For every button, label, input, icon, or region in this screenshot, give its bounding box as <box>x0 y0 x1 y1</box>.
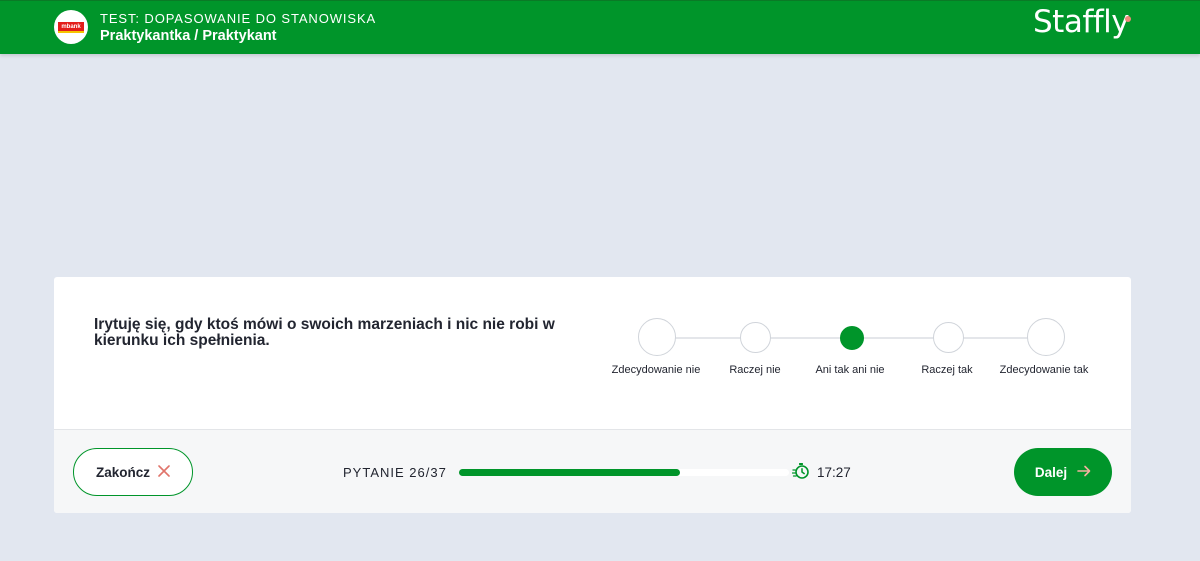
answer-label-raczej-tak[interactable]: Raczej tak <box>921 364 972 376</box>
question-text: Irytuję się, gdy ktoś mówi o swoich marz… <box>94 316 555 349</box>
company-logo-mark: mbank <box>58 21 84 33</box>
question-footer: Zakończ PYTANIE 26/37 17:27 Dalej <box>54 429 1131 513</box>
top-bar: mbank TEST: DOPASOWANIE DO STANOWISKA Pr… <box>0 0 1200 54</box>
company-logo: mbank <box>54 10 88 44</box>
stopwatch-icon <box>791 462 810 485</box>
answer-option-zdecydowanie-tak[interactable] <box>1027 318 1065 356</box>
timer-value: 17:27 <box>817 465 851 480</box>
answer-label-zdecydowanie-nie[interactable]: Zdecydowanie nie <box>612 364 701 376</box>
question-card: Irytuję się, gdy ktoś mówi o swoich marz… <box>54 277 1131 513</box>
arrow-right-icon <box>1077 465 1091 480</box>
next-button[interactable]: Dalej <box>1014 448 1112 496</box>
answer-label-raczej-nie[interactable]: Raczej nie <box>729 364 780 376</box>
progress-bar-fill <box>459 469 681 476</box>
answer-option-ani-tak-ani-nie[interactable] <box>840 326 864 350</box>
close-x-icon <box>158 464 170 480</box>
answer-option-zdecydowanie-nie[interactable] <box>638 318 676 356</box>
test-label: TEST: DOPASOWANIE DO STANOWISKA <box>100 11 377 26</box>
answer-label-zdecydowanie-tak[interactable]: Zdecydowanie tak <box>1000 364 1089 376</box>
end-test-label: Zakończ <box>95 464 150 480</box>
position-title: Praktykantka / Praktykant <box>100 28 277 44</box>
brand-logo-dot <box>1125 16 1131 22</box>
answer-option-raczej-nie[interactable] <box>740 322 771 353</box>
next-label: Dalej <box>1034 464 1068 480</box>
answer-label-ani-tak-ani-nie[interactable]: Ani tak ani nie <box>815 364 884 376</box>
answer-option-raczej-tak[interactable] <box>933 322 964 353</box>
end-test-button[interactable]: Zakończ <box>73 448 193 496</box>
brand-logo: Staffly <box>1033 4 1130 40</box>
question-counter: PYTANIE 26/37 <box>343 465 447 480</box>
progress-bar <box>459 469 789 476</box>
